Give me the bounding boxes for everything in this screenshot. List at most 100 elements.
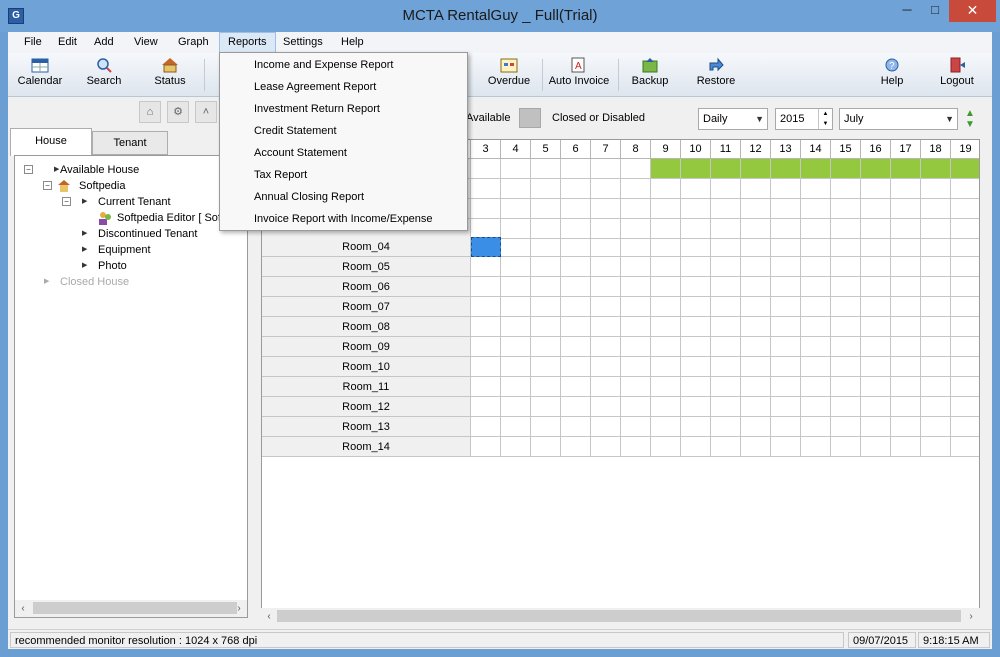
booking-cell[interactable] bbox=[471, 397, 501, 417]
day-header[interactable]: 5 bbox=[531, 140, 561, 159]
booking-cell[interactable] bbox=[711, 219, 741, 239]
booking-cell[interactable] bbox=[861, 199, 891, 219]
menu-graph[interactable]: Graph bbox=[170, 32, 217, 53]
menu-reports[interactable]: Reports bbox=[219, 32, 276, 53]
booking-cell[interactable] bbox=[861, 179, 891, 199]
calendar-button[interactable]: Calendar bbox=[14, 57, 66, 95]
scroll-left-icon[interactable]: ‹ bbox=[261, 608, 277, 625]
booking-cell[interactable] bbox=[471, 437, 501, 457]
booking-cell[interactable] bbox=[891, 179, 921, 199]
collapse-icon[interactable]: − bbox=[62, 197, 71, 206]
booking-cell[interactable] bbox=[591, 219, 621, 239]
booking-cell[interactable] bbox=[591, 199, 621, 219]
booking-cell[interactable] bbox=[621, 257, 651, 277]
booking-cell[interactable] bbox=[831, 297, 861, 317]
booking-cell[interactable] bbox=[681, 417, 711, 437]
booking-cell[interactable] bbox=[531, 437, 561, 457]
booking-cell[interactable] bbox=[741, 437, 771, 457]
booking-cell[interactable] bbox=[771, 257, 801, 277]
booking-cell[interactable] bbox=[741, 237, 771, 257]
booking-cell[interactable] bbox=[831, 377, 861, 397]
booking-cell[interactable] bbox=[501, 199, 531, 219]
menu-item-annual-closing[interactable]: Annual Closing Report bbox=[220, 186, 467, 208]
booking-cell[interactable] bbox=[681, 277, 711, 297]
booking-cell[interactable] bbox=[801, 297, 831, 317]
menu-add[interactable]: Add bbox=[86, 32, 122, 53]
booking-cell[interactable] bbox=[951, 437, 979, 457]
day-header[interactable]: 13 bbox=[771, 140, 801, 159]
booking-cell[interactable] bbox=[861, 317, 891, 337]
menu-help[interactable]: Help bbox=[333, 32, 372, 53]
tab-house[interactable]: House bbox=[10, 128, 92, 156]
overdue-button[interactable]: Overdue bbox=[480, 57, 538, 95]
booking-cell[interactable] bbox=[771, 159, 801, 179]
booking-cell[interactable] bbox=[801, 277, 831, 297]
booking-cell[interactable] bbox=[531, 257, 561, 277]
booking-cell[interactable] bbox=[471, 199, 501, 219]
booking-cell[interactable] bbox=[561, 317, 591, 337]
booking-cell[interactable] bbox=[741, 297, 771, 317]
booking-cell[interactable] bbox=[651, 377, 681, 397]
booking-cell[interactable] bbox=[501, 179, 531, 199]
booking-cell[interactable] bbox=[531, 199, 561, 219]
booking-cell[interactable] bbox=[861, 397, 891, 417]
booking-cell[interactable] bbox=[741, 159, 771, 179]
booking-cell[interactable] bbox=[471, 417, 501, 437]
booking-cell[interactable] bbox=[891, 437, 921, 457]
day-header[interactable]: 18 bbox=[921, 140, 951, 159]
booking-cell[interactable] bbox=[681, 159, 711, 179]
auto-invoice-button[interactable]: A Auto Invoice bbox=[544, 57, 614, 95]
booking-cell[interactable] bbox=[921, 357, 951, 377]
booking-cell[interactable] bbox=[921, 237, 951, 257]
booking-cell[interactable] bbox=[951, 337, 979, 357]
close-button[interactable]: ✕ bbox=[949, 0, 996, 22]
booking-cell[interactable] bbox=[681, 179, 711, 199]
add-house-icon[interactable]: ⌂ bbox=[139, 101, 161, 123]
booking-cell[interactable] bbox=[861, 257, 891, 277]
booking-cell[interactable] bbox=[591, 397, 621, 417]
booking-cell[interactable] bbox=[771, 199, 801, 219]
booking-cell[interactable] bbox=[651, 179, 681, 199]
tab-tenant[interactable]: Tenant bbox=[92, 131, 168, 155]
booking-cell[interactable] bbox=[621, 437, 651, 457]
booking-cell[interactable] bbox=[621, 337, 651, 357]
booking-cell[interactable] bbox=[711, 377, 741, 397]
booking-cell[interactable] bbox=[651, 357, 681, 377]
booking-cell[interactable] bbox=[831, 357, 861, 377]
booking-cell[interactable] bbox=[591, 317, 621, 337]
booking-cell[interactable] bbox=[741, 277, 771, 297]
booking-cell[interactable] bbox=[861, 417, 891, 437]
day-header[interactable]: 4 bbox=[501, 140, 531, 159]
day-header[interactable]: 14 bbox=[801, 140, 831, 159]
booking-cell[interactable] bbox=[471, 337, 501, 357]
house-settings-icon[interactable]: ⚙ bbox=[167, 101, 189, 123]
booking-cell[interactable] bbox=[591, 297, 621, 317]
booking-cell[interactable] bbox=[591, 179, 621, 199]
minimize-button[interactable]: ─ bbox=[893, 0, 921, 22]
booking-cell[interactable] bbox=[561, 377, 591, 397]
booking-cell[interactable] bbox=[951, 159, 979, 179]
booking-cell[interactable] bbox=[651, 199, 681, 219]
booking-cell[interactable] bbox=[591, 257, 621, 277]
booking-cell[interactable] bbox=[741, 317, 771, 337]
booking-cell[interactable] bbox=[471, 377, 501, 397]
booking-cell[interactable] bbox=[651, 417, 681, 437]
booking-cell[interactable] bbox=[711, 237, 741, 257]
booking-cell[interactable] bbox=[501, 257, 531, 277]
room-row-header[interactable]: Room_04 bbox=[262, 237, 471, 257]
booking-cell[interactable] bbox=[681, 237, 711, 257]
booking-cell[interactable] bbox=[921, 159, 951, 179]
room-row-header[interactable]: Room_11 bbox=[262, 377, 471, 397]
booking-cell[interactable] bbox=[651, 437, 681, 457]
booking-cell[interactable] bbox=[621, 179, 651, 199]
booking-cell[interactable] bbox=[561, 417, 591, 437]
booking-cell[interactable] bbox=[681, 437, 711, 457]
booking-cell[interactable] bbox=[711, 417, 741, 437]
booking-cell[interactable] bbox=[501, 219, 531, 239]
booking-cell[interactable] bbox=[951, 317, 979, 337]
booking-cell[interactable] bbox=[891, 357, 921, 377]
booking-cell[interactable] bbox=[861, 377, 891, 397]
booking-cell[interactable] bbox=[741, 357, 771, 377]
day-header[interactable]: 9 bbox=[651, 140, 681, 159]
booking-cell[interactable] bbox=[531, 417, 561, 437]
